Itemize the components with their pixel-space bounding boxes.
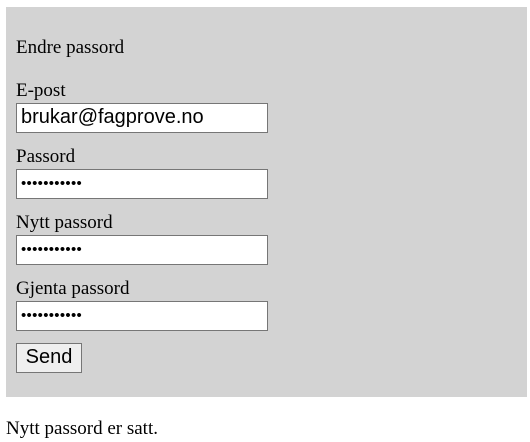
repeat-password-label: Gjenta passord: [16, 278, 130, 299]
form-title: Endre passord: [16, 37, 125, 58]
password-field[interactable]: •••••••••••: [16, 169, 268, 199]
new-password-label: Nytt passord: [16, 212, 113, 233]
password-label: Passord: [16, 146, 76, 167]
status-message: Nytt passord er satt.: [6, 418, 158, 439]
send-button[interactable]: Send: [16, 343, 82, 373]
new-password-field[interactable]: •••••••••••: [16, 235, 268, 265]
email-label: E-post: [16, 80, 66, 101]
repeat-password-field[interactable]: •••••••••••: [16, 301, 268, 331]
email-field[interactable]: brukar@fagprove.no: [16, 103, 268, 133]
password-form-panel: Endre passord E-post brukar@fagprove.no …: [6, 7, 527, 397]
